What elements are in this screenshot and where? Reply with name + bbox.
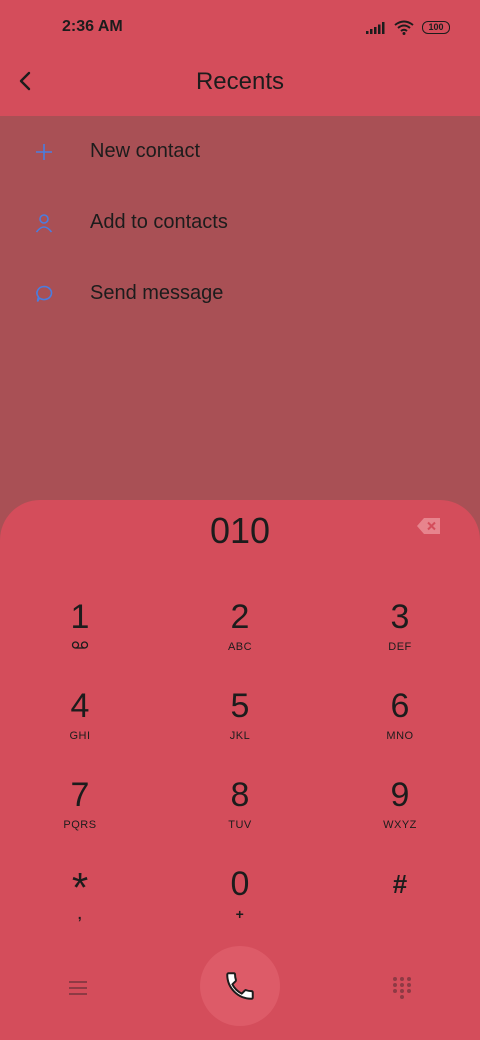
signal-icon [366, 21, 385, 34]
key-0[interactable]: 0 + [180, 865, 300, 945]
key-letters: TUV [228, 819, 252, 831]
key-star[interactable]: * , [20, 865, 140, 945]
plus-icon [32, 140, 56, 164]
hamburger-icon [69, 981, 87, 995]
key-digit: 5 [230, 687, 250, 725]
key-letters: PQRS [63, 819, 97, 831]
key-digit: 9 [390, 776, 410, 814]
key-6[interactable]: 6 MNO [340, 687, 460, 767]
backspace-icon [417, 518, 440, 534]
status-bar: 2:36 AM 100 [0, 0, 480, 56]
add-to-contacts-option[interactable]: Add to contacts [0, 187, 480, 258]
call-button[interactable] [200, 946, 280, 1026]
page-title: Recents [195, 68, 285, 95]
key-hash[interactable]: # [340, 865, 460, 945]
status-time: 2:36 AM [62, 18, 123, 35]
key-3[interactable]: 3 DEF [340, 598, 460, 678]
key-letters: JKL [229, 730, 251, 742]
phone-icon [226, 972, 254, 1000]
battery-indicator: 100 [422, 21, 450, 34]
menu-button[interactable] [66, 978, 90, 998]
key-digit: # [392, 869, 408, 899]
menu-item-label: New contact [90, 140, 201, 162]
dialpad-toggle-button[interactable] [392, 976, 412, 1000]
key-letters: DEF [388, 641, 412, 653]
key-letters: WXYZ [383, 819, 417, 831]
new-contact-option[interactable]: New contact [0, 116, 480, 187]
header: Recents [0, 56, 480, 116]
dialpad: 010 1 2 ABC 3 DEF 4 GHI 5 JKL 6 MNO 7 PQ… [0, 500, 480, 1040]
dialed-number: 010 [209, 510, 271, 551]
key-letters: + [235, 906, 245, 922]
status-icons: 100 [366, 20, 450, 35]
key-2[interactable]: 2 ABC [180, 598, 300, 678]
key-4[interactable]: 4 GHI [20, 687, 140, 767]
menu-item-label: Add to contacts [90, 211, 228, 233]
key-digit: 4 [70, 687, 90, 725]
key-5[interactable]: 5 JKL [180, 687, 300, 767]
key-digit: 6 [390, 687, 410, 725]
key-letters: GHI [69, 730, 91, 742]
key-digit: * [71, 864, 89, 911]
key-digit: 8 [230, 776, 250, 814]
message-icon [32, 282, 56, 306]
key-letters: , [77, 906, 83, 922]
send-message-option[interactable]: Send message [0, 258, 480, 329]
key-digit: 7 [70, 776, 90, 814]
key-digit: 2 [230, 598, 250, 636]
key-digit: 1 [70, 598, 90, 636]
voicemail-icon [71, 640, 89, 654]
menu-item-label: Send message [90, 282, 224, 304]
key-digit: 3 [390, 598, 410, 636]
key-9[interactable]: 9 WXYZ [340, 776, 460, 856]
key-7[interactable]: 7 PQRS [20, 776, 140, 856]
key-digit: 0 [230, 865, 250, 903]
key-letters: ABC [227, 641, 253, 653]
key-1[interactable]: 1 [20, 598, 140, 678]
key-8[interactable]: 8 TUV [180, 776, 300, 856]
dialpad-icon [393, 977, 411, 999]
person-icon [32, 211, 56, 235]
wifi-icon [394, 20, 414, 35]
bottom-bar [0, 946, 480, 1026]
options-menu: New contact Add to contacts Send message [0, 116, 480, 329]
backspace-button[interactable] [416, 516, 442, 536]
key-letters: MNO [386, 730, 414, 742]
